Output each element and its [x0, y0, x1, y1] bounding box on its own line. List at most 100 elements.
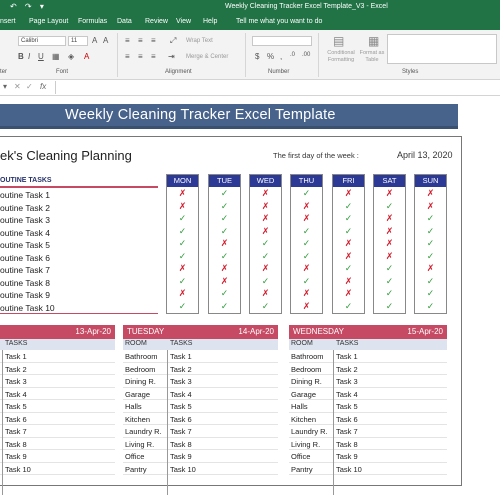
tab-formulas[interactable]: Formulas [78, 18, 107, 25]
routine-task-label[interactable]: outine Task 7 [0, 265, 50, 275]
wrap-text-button[interactable]: Wrap Text [186, 38, 213, 44]
cross-icon[interactable]: ✗ [209, 275, 240, 288]
decrease-decimal-icon[interactable]: .00 [302, 52, 310, 58]
room-cell[interactable]: Office [291, 452, 310, 461]
cross-icon[interactable]: ✗ [374, 187, 405, 200]
tab-page-layout[interactable]: Page Layout [29, 18, 68, 25]
check-icon[interactable]: ✓ [291, 275, 322, 288]
task-cell[interactable]: Task 2 [5, 365, 27, 374]
align-bottom-icon[interactable]: ≡ [151, 36, 156, 45]
cross-icon[interactable]: ✗ [291, 200, 322, 213]
room-cell[interactable]: Laundry R. [125, 427, 162, 436]
check-icon[interactable]: ✓ [167, 250, 198, 263]
check-icon[interactable]: ✓ [333, 212, 364, 225]
room-cell[interactable]: Garage [291, 390, 316, 399]
check-icon[interactable]: ✓ [250, 237, 281, 250]
task-cell[interactable]: Task 4 [170, 390, 192, 399]
check-icon[interactable]: ✓ [374, 300, 405, 313]
task-cell[interactable]: Task 7 [170, 427, 192, 436]
room-cell[interactable]: Dining R. [291, 377, 322, 386]
check-icon[interactable]: ✓ [291, 237, 322, 250]
check-icon[interactable]: ✓ [333, 225, 364, 238]
check-icon[interactable]: ✓ [374, 200, 405, 213]
tab-insert[interactable]: nsert [0, 18, 16, 25]
check-icon[interactable]: ✓ [374, 262, 405, 275]
cross-icon[interactable]: ✗ [167, 187, 198, 200]
borders-icon[interactable]: ▦ [52, 52, 60, 61]
room-cell[interactable]: Living R. [291, 440, 320, 449]
format-as-table-button[interactable]: Format as Table [358, 50, 386, 64]
check-icon[interactable]: ✓ [167, 300, 198, 313]
check-icon[interactable]: ✓ [291, 225, 322, 238]
room-cell[interactable]: Bathroom [291, 352, 324, 361]
cell-styles-gallery[interactable] [387, 34, 497, 64]
check-icon[interactable]: ✓ [209, 212, 240, 225]
increase-decimal-icon[interactable]: .0 [290, 52, 295, 58]
task-cell[interactable]: Task 2 [170, 365, 192, 374]
task-cell[interactable]: Task 8 [170, 440, 192, 449]
cross-icon[interactable]: ✗ [374, 212, 405, 225]
cross-icon[interactable]: ✗ [250, 187, 281, 200]
check-icon[interactable]: ✓ [333, 262, 364, 275]
shrink-font-icon[interactable]: A [103, 36, 108, 45]
cross-icon[interactable]: ✗ [333, 187, 364, 200]
cross-icon[interactable]: ✗ [291, 287, 322, 300]
cross-icon[interactable]: ✗ [374, 250, 405, 263]
check-icon[interactable]: ✓ [167, 237, 198, 250]
check-icon[interactable]: ✓ [374, 287, 405, 300]
check-icon[interactable]: ✓ [209, 250, 240, 263]
tab-data[interactable]: Data [117, 18, 132, 25]
task-cell[interactable]: Task 9 [170, 452, 192, 461]
task-cell[interactable]: Task 9 [336, 452, 358, 461]
percent-icon[interactable]: % [267, 52, 274, 61]
task-cell[interactable]: Task 4 [336, 390, 358, 399]
task-cell[interactable]: Task 3 [170, 377, 192, 386]
check-icon[interactable]: ✓ [209, 200, 240, 213]
cross-icon[interactable]: ✗ [333, 250, 364, 263]
task-cell[interactable]: Task 5 [336, 402, 358, 411]
check-icon[interactable]: ✓ [209, 225, 240, 238]
cross-icon[interactable]: ✗ [291, 212, 322, 225]
cross-icon[interactable]: ✗ [209, 237, 240, 250]
task-cell[interactable]: Task 2 [336, 365, 358, 374]
room-cell[interactable]: Laundry R. [291, 427, 328, 436]
indent-icon[interactable]: ⇥ [168, 52, 175, 61]
task-cell[interactable]: Task 10 [5, 465, 31, 474]
first-day-value[interactable]: April 13, 2020 [397, 150, 453, 160]
routine-task-label[interactable]: outine Task 3 [0, 215, 50, 225]
cross-icon[interactable]: ✗ [291, 262, 322, 275]
italic-button[interactable]: I [28, 52, 30, 61]
check-icon[interactable]: ✓ [415, 287, 446, 300]
task-cell[interactable]: Task 6 [170, 415, 192, 424]
font-name-select[interactable]: Calibri [18, 36, 66, 46]
cancel-icon[interactable]: ✕ [14, 82, 21, 91]
cross-icon[interactable]: ✗ [415, 262, 446, 275]
orientation-icon[interactable]: ⤢ [170, 36, 176, 46]
routine-task-label[interactable]: outine Task 10 [0, 303, 55, 313]
fill-color-icon[interactable]: ◈ [68, 52, 74, 61]
task-cell[interactable]: Task 6 [5, 415, 27, 424]
align-right-icon[interactable]: ≡ [151, 52, 156, 61]
cross-icon[interactable]: ✗ [250, 225, 281, 238]
cross-icon[interactable]: ✗ [333, 287, 364, 300]
routine-task-label[interactable]: outine Task 9 [0, 290, 50, 300]
font-size-select[interactable]: 11 [68, 36, 88, 46]
currency-icon[interactable]: $ [255, 52, 259, 61]
cross-icon[interactable]: ✗ [209, 262, 240, 275]
routine-task-label[interactable]: outine Task 1 [0, 190, 50, 200]
room-cell[interactable]: Bedroom [125, 365, 155, 374]
cross-icon[interactable]: ✗ [167, 287, 198, 300]
check-icon[interactable]: ✓ [250, 300, 281, 313]
comma-icon[interactable]: , [280, 52, 282, 61]
underline-button[interactable]: U [38, 52, 44, 61]
check-icon[interactable]: ✓ [415, 300, 446, 313]
cross-icon[interactable]: ✗ [333, 237, 364, 250]
check-icon[interactable]: ✓ [333, 200, 364, 213]
room-cell[interactable]: Office [125, 452, 144, 461]
check-icon[interactable]: ✓ [415, 275, 446, 288]
check-icon[interactable]: ✓ [415, 212, 446, 225]
align-left-icon[interactable]: ≡ [125, 52, 130, 61]
align-top-icon[interactable]: ≡ [125, 36, 130, 45]
task-cell[interactable]: Task 1 [5, 352, 27, 361]
routine-task-label[interactable]: outine Task 8 [0, 278, 50, 288]
